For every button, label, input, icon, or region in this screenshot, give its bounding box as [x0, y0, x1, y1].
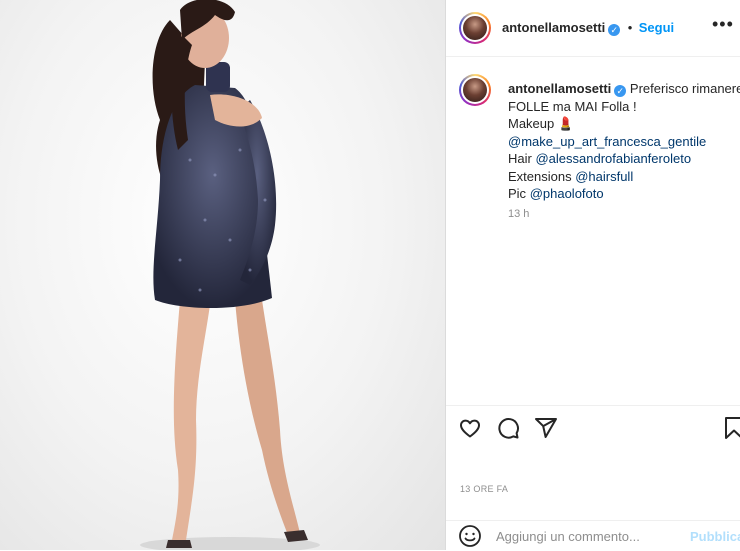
comment-row: Pubblica — [446, 520, 740, 551]
verified-badge-icon: ✓ — [608, 24, 621, 36]
post-photo[interactable] — [0, 0, 445, 550]
caption-first: Preferisco rimanere — [629, 81, 740, 96]
header-user-line: antonellamosetti ✓ • Segui — [502, 19, 674, 37]
caption-line-2: FOLLE ma MAI Folla ! — [508, 98, 637, 114]
comment-icon[interactable] — [496, 416, 520, 440]
makeup-artist-link[interactable]: @make_up_art_francesca_gentile — [508, 134, 706, 149]
publish-button[interactable]: Pubblica — [690, 529, 740, 544]
avatar[interactable] — [459, 12, 491, 44]
extensions-link[interactable]: @hairsfull — [575, 169, 633, 184]
post-header: antonellamosetti ✓ • Segui ••• — [446, 0, 740, 57]
caption-pic-line: Pic @phaolofoto — [508, 185, 740, 203]
caption-line-1: antonellamosetti ✓ Preferisco rimanere — [508, 80, 740, 98]
header-separator: • — [627, 20, 633, 35]
pic-label: Pic — [508, 186, 527, 201]
follow-button[interactable]: Segui — [639, 20, 674, 35]
heart-icon[interactable] — [458, 416, 482, 440]
caption-makeup-label: Makeup 💄 — [508, 116, 575, 131]
post-side-panel: antonellamosetti ✓ • Segui ••• antonellam… — [446, 0, 740, 550]
avatar-image — [463, 16, 487, 40]
action-bar — [446, 405, 740, 450]
caption-hair-line: Hair @alessandrofabianferoleto — [508, 150, 740, 168]
post-caption: antonellamosetti ✓ Preferisco rimanere FO… — [508, 80, 740, 203]
caption-verified-badge-icon: ✓ — [614, 85, 627, 97]
caption-time: 13 h — [508, 208, 530, 220]
hair-label: Hair — [508, 151, 532, 166]
more-options-icon[interactable]: ••• — [712, 14, 734, 35]
share-icon[interactable] — [534, 416, 558, 440]
caption-avatar-image — [463, 78, 487, 102]
comment-input[interactable] — [496, 527, 686, 545]
caption-extensions-line: Extensions @hairsfull — [508, 168, 740, 186]
post-timestamp: 13 ORE FA — [460, 484, 509, 494]
caption-avatar[interactable] — [459, 74, 491, 106]
extensions-label: Extensions — [508, 168, 572, 184]
caption-makeup-handle: @make_up_art_francesca_gentile — [508, 133, 740, 151]
hair-artist-link[interactable]: @alessandrofabianferoleto — [535, 151, 691, 166]
bookmark-icon[interactable] — [722, 416, 740, 440]
photo-illustration — [140, 0, 320, 550]
caption-username[interactable]: antonellamosetti — [508, 81, 611, 96]
photographer-link[interactable]: @phaolofoto — [530, 186, 604, 201]
emoji-icon[interactable] — [458, 524, 482, 548]
header-username[interactable]: antonellamosetti — [502, 20, 605, 35]
